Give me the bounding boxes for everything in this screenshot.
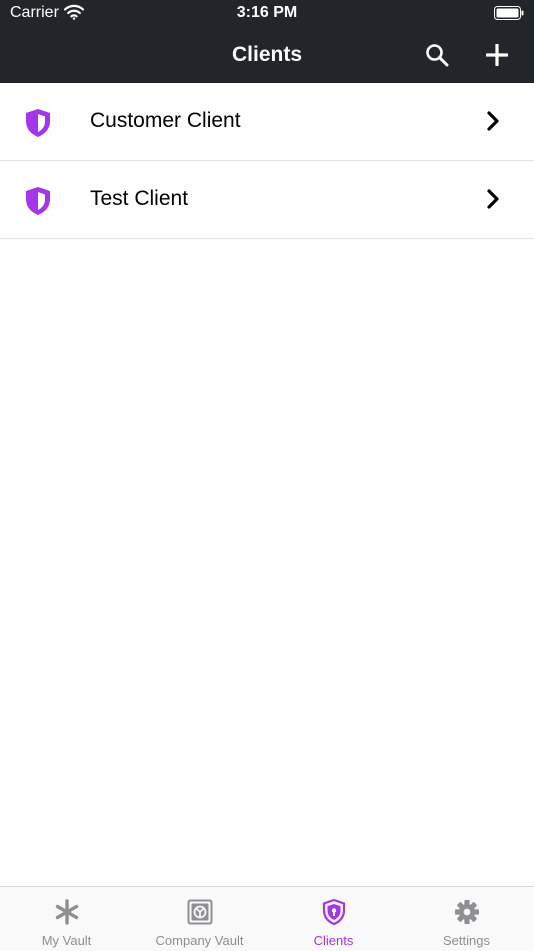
shield-icon — [267, 899, 400, 925]
search-icon — [426, 44, 449, 67]
tab-company-vault[interactable]: Company Vault — [133, 887, 266, 951]
status-bar: Carrier 3:16 PM — [0, 0, 534, 28]
tab-label: Settings — [443, 933, 490, 948]
battery-icon — [494, 6, 524, 25]
tab-label: Company Vault — [155, 933, 244, 948]
nav-bar: Clients — [0, 28, 534, 83]
chevron-right-icon — [486, 189, 500, 214]
tab-bar: My Vault Company Vault Clients Settings — [0, 886, 534, 951]
client-name: Test Client — [90, 187, 189, 210]
page-title: Clients — [231, 43, 302, 66]
tab-settings[interactable]: Settings — [400, 887, 533, 951]
shield-icon — [24, 186, 52, 221]
gear-icon — [400, 899, 533, 925]
tab-label: My Vault — [41, 933, 92, 948]
client-list: Customer Client Test Client — [0, 83, 534, 239]
asterisk-icon — [0, 899, 133, 925]
client-row[interactable]: Test Client — [0, 161, 534, 239]
safe-icon — [133, 899, 266, 925]
shield-icon — [24, 108, 52, 143]
tab-my-vault[interactable]: My Vault — [0, 887, 133, 951]
chevron-right-icon — [486, 111, 500, 136]
plus-icon — [486, 44, 508, 66]
client-name: Customer Client — [90, 109, 241, 132]
add-client-button[interactable] — [482, 40, 512, 70]
tab-label: Clients — [313, 933, 354, 948]
search-button[interactable] — [422, 40, 452, 70]
top-bar: Carrier 3:16 PM Clients — [0, 0, 534, 83]
client-row[interactable]: Customer Client — [0, 83, 534, 161]
clock: 3:16 PM — [236, 4, 298, 21]
tab-clients[interactable]: Clients — [267, 887, 400, 951]
